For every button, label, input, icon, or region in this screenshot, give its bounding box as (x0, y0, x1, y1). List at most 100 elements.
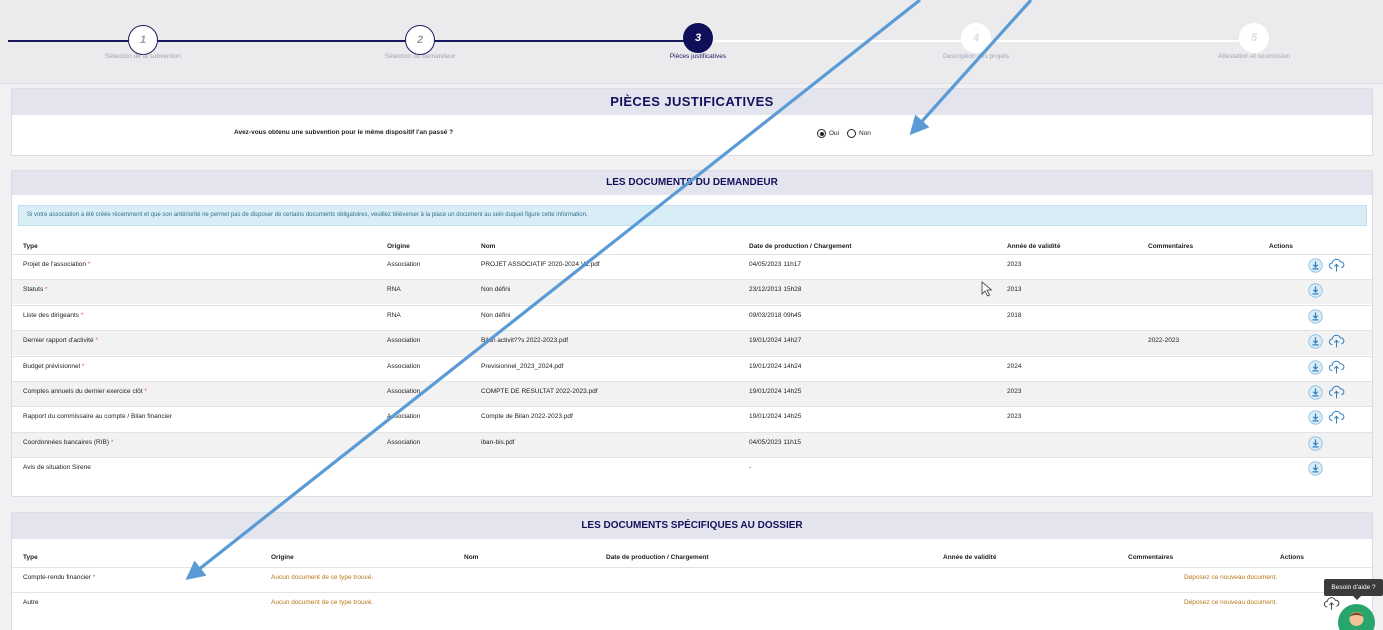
download-icon[interactable] (1308, 309, 1323, 324)
table-row: Autre Aucun document de ce type trouvé. … (12, 592, 1372, 617)
row-type: Statuts * (23, 286, 48, 293)
radio-non[interactable]: Non (847, 129, 871, 138)
row-date: - (749, 464, 752, 472)
table-row: Rapport du commissaire au compte / Bilan… (12, 406, 1372, 431)
row-origine: Aucun document de ce type trouvé. (271, 574, 374, 581)
row-annee: 2023 (1007, 413, 1022, 421)
col-nom: Nom (481, 243, 496, 250)
row-origine: Association (387, 388, 421, 395)
row-annee: 2013 (1007, 286, 1022, 294)
download-icon[interactable] (1308, 359, 1323, 375)
download-icon[interactable] (1308, 283, 1323, 299)
row-type: Comptes annuels du dernier exercice clôt… (23, 388, 147, 395)
col-actions: Actions (1269, 243, 1293, 250)
radio-oui-circle[interactable] (817, 129, 826, 138)
step-1-circle[interactable]: 1 (128, 25, 158, 55)
col-annee: Année de validité (1007, 243, 1061, 250)
row-type: Rapport du commissaire au compte / Bilan… (23, 413, 172, 420)
row-origine: Association (387, 413, 421, 421)
required-mark: * (80, 311, 84, 319)
row-type: Compte-rendu financier * (23, 574, 95, 581)
col-commentaires: Commentaires (1148, 243, 1194, 250)
row-annee: 2018 (1007, 311, 1022, 319)
required-mark: * (92, 574, 96, 581)
step-5-circle: 5 (1239, 23, 1269, 53)
row-nom: Compte de Bilan 2022-2023.pdf (481, 413, 573, 421)
cloud-upload-icon[interactable] (1328, 360, 1345, 375)
table-row: Dernier rapport d'activité * Association B… (12, 330, 1372, 356)
col-origine: Origine (387, 243, 410, 250)
table-row: Compte-rendu financier * Aucun document … (12, 567, 1372, 592)
table-row: Statuts * RNA Non défini 23/12/2013 15h28 20… (12, 279, 1372, 305)
step-4-label: Description des projets (942, 53, 1010, 60)
spec-col-actions: Actions (1280, 554, 1304, 561)
step-3-number: 3 (694, 32, 702, 44)
step-1-label[interactable]: Sélection de la subvention (53, 53, 233, 60)
cloud-upload-icon[interactable] (1328, 334, 1345, 349)
row-date: 04/05/2023 11h15 (749, 438, 801, 446)
download-icon[interactable] (1308, 258, 1323, 273)
row-date: 09/03/2018 09h45 (749, 311, 802, 319)
row-origine: Association (387, 438, 421, 446)
row-nom: COMPTE DE RESULTAT 2022-2023.pdf (481, 388, 598, 395)
cloud-upload-icon[interactable] (1328, 258, 1345, 273)
step-3-circle[interactable]: 3 (683, 23, 713, 53)
upload-new-document-link[interactable]: Déposez ce nouveau document. (1184, 574, 1277, 581)
radio-non-label: Non (859, 130, 871, 137)
step-4-circle: 4 (961, 23, 991, 53)
row-type-text: Autre (23, 599, 39, 606)
col-date: Date de production / Chargement (749, 243, 852, 250)
step-2-label[interactable]: Sélection du demandeur (330, 53, 510, 60)
row-commentaire: 2022-2023 (1148, 337, 1180, 345)
row-annee: 2023 (1007, 388, 1022, 395)
download-icon[interactable] (1308, 461, 1323, 476)
upload-new-document-link[interactable]: Déposez ce nouveau document. (1184, 599, 1277, 606)
row-nom: Non défini (481, 311, 511, 319)
info-banner: Si votre association a été créée récemme… (18, 205, 1367, 226)
spec-col-date: Date de production / Chargement (606, 554, 709, 561)
cloud-upload-icon[interactable] (1323, 596, 1340, 611)
row-nom: Previsionnel_2023_2024.pdf (481, 362, 564, 370)
row-nom: iban-bis.pdf (481, 438, 515, 446)
table-row: Budget prévisionnel * Association Previsio… (12, 355, 1372, 381)
row-type: Coordonnées bancaires (RIB) * (23, 439, 113, 446)
radio-non-circle[interactable] (847, 129, 856, 138)
row-date: 19/01/2024 14h24 (749, 362, 802, 370)
row-date: 23/12/2013 15h28 (749, 286, 802, 294)
step-3-label[interactable]: Pièces justificatives (608, 53, 788, 60)
pieces-justificatives-title: PIÈCES JUSTIFICATIVES (12, 89, 1372, 115)
download-icon[interactable] (1308, 385, 1323, 400)
row-type-text: Statuts (23, 286, 44, 294)
row-type-text: Coordonnées bancaires (RIB) (23, 438, 109, 446)
previous-subsidy-question: Avez-vous obtenu une subvention pour le … (12, 129, 1372, 143)
radio-oui[interactable]: Oui (817, 129, 839, 138)
table-row: Projet de l'association * Association PROJ… (12, 254, 1372, 279)
row-type-text: Rapport du commissaire au compte / Bilan… (23, 413, 172, 421)
question-label: Avez-vous obtenu une subvention pour le … (234, 129, 454, 136)
help-tooltip: Besoin d'aide ? (1324, 579, 1383, 596)
download-icon[interactable] (1308, 410, 1323, 426)
row-type: Budget prévisionnel * (23, 363, 84, 370)
row-type: Autre (23, 599, 39, 606)
cloud-upload-icon[interactable] (1328, 410, 1345, 425)
documents-demandeur-title: LES DOCUMENTS DU DEMANDEUR (12, 171, 1372, 195)
row-origine: RNA (387, 311, 401, 319)
row-type-text: Comptes annuels du dernier exercice clôt (23, 388, 143, 395)
download-icon[interactable] (1308, 334, 1323, 349)
download-icon[interactable] (1308, 436, 1323, 451)
row-origine: Association (387, 337, 421, 345)
documents-specifiques-section: LES DOCUMENTS SPÉCIFIQUES AU DOSSIER Typ… (11, 512, 1373, 630)
step-1-number: 1 (139, 34, 147, 46)
required-mark: * (81, 362, 85, 370)
row-date: 04/05/2023 11h17 (749, 261, 801, 268)
row-nom: Non défini (481, 286, 511, 294)
cloud-upload-icon[interactable] (1328, 385, 1345, 400)
table-row: Comptes annuels du dernier exercice clôt… (12, 381, 1372, 406)
row-type-text: Dernier rapport d'activité (23, 337, 94, 345)
step-2-circle[interactable]: 2 (405, 25, 435, 55)
step-2-number: 2 (416, 34, 424, 46)
radio-oui-label: Oui (829, 130, 840, 137)
row-type: Dernier rapport d'activité * (23, 337, 98, 344)
spec-col-nom: Nom (464, 554, 479, 561)
demandeur-table-header: Type Origine Nom Date de production / Ch… (12, 243, 1372, 254)
